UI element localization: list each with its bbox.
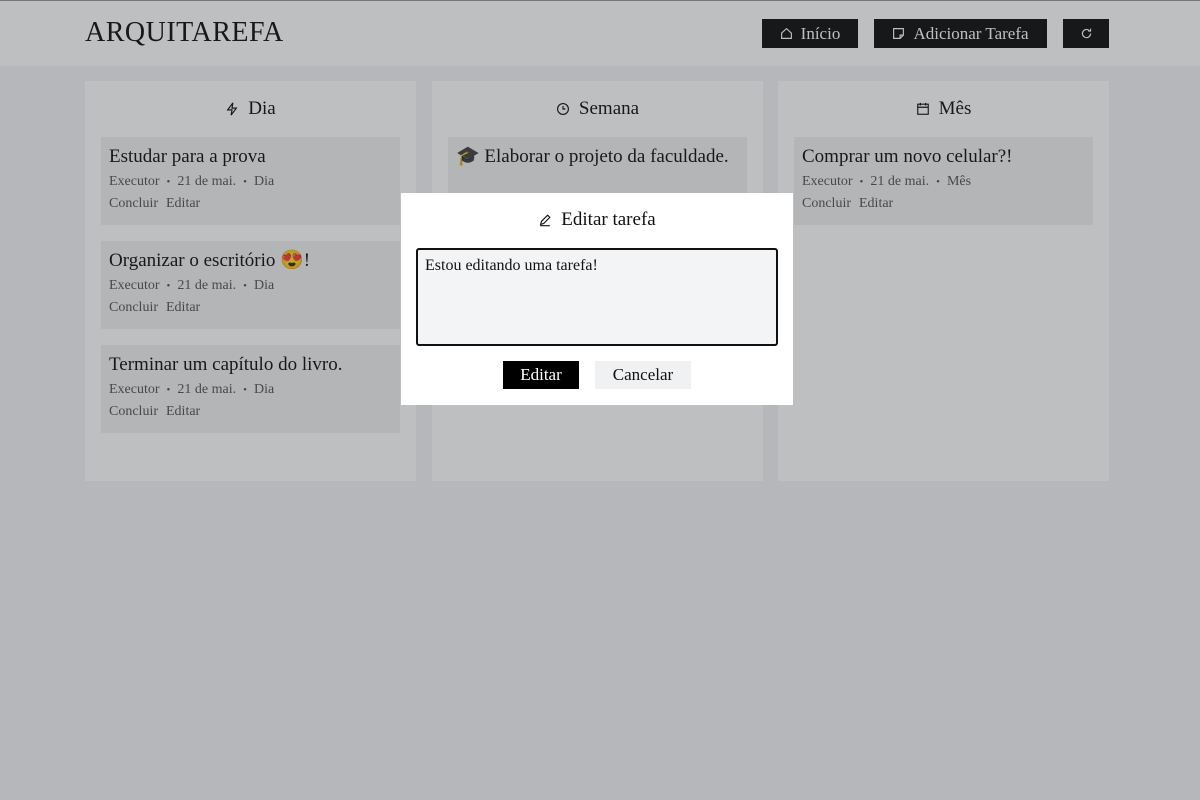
modal-title: Editar tarefa: [401, 209, 793, 231]
task-text-input[interactable]: Estou editando uma tarefa!: [416, 248, 778, 346]
edit-task-modal: Editar tarefa Estou editando uma tarefa!…: [401, 193, 793, 405]
modal-title-label: Editar tarefa: [561, 209, 656, 230]
confirm-edit-button[interactable]: Editar: [503, 361, 579, 389]
pencil-icon: [540, 214, 551, 227]
cancel-button[interactable]: Cancelar: [595, 361, 691, 389]
